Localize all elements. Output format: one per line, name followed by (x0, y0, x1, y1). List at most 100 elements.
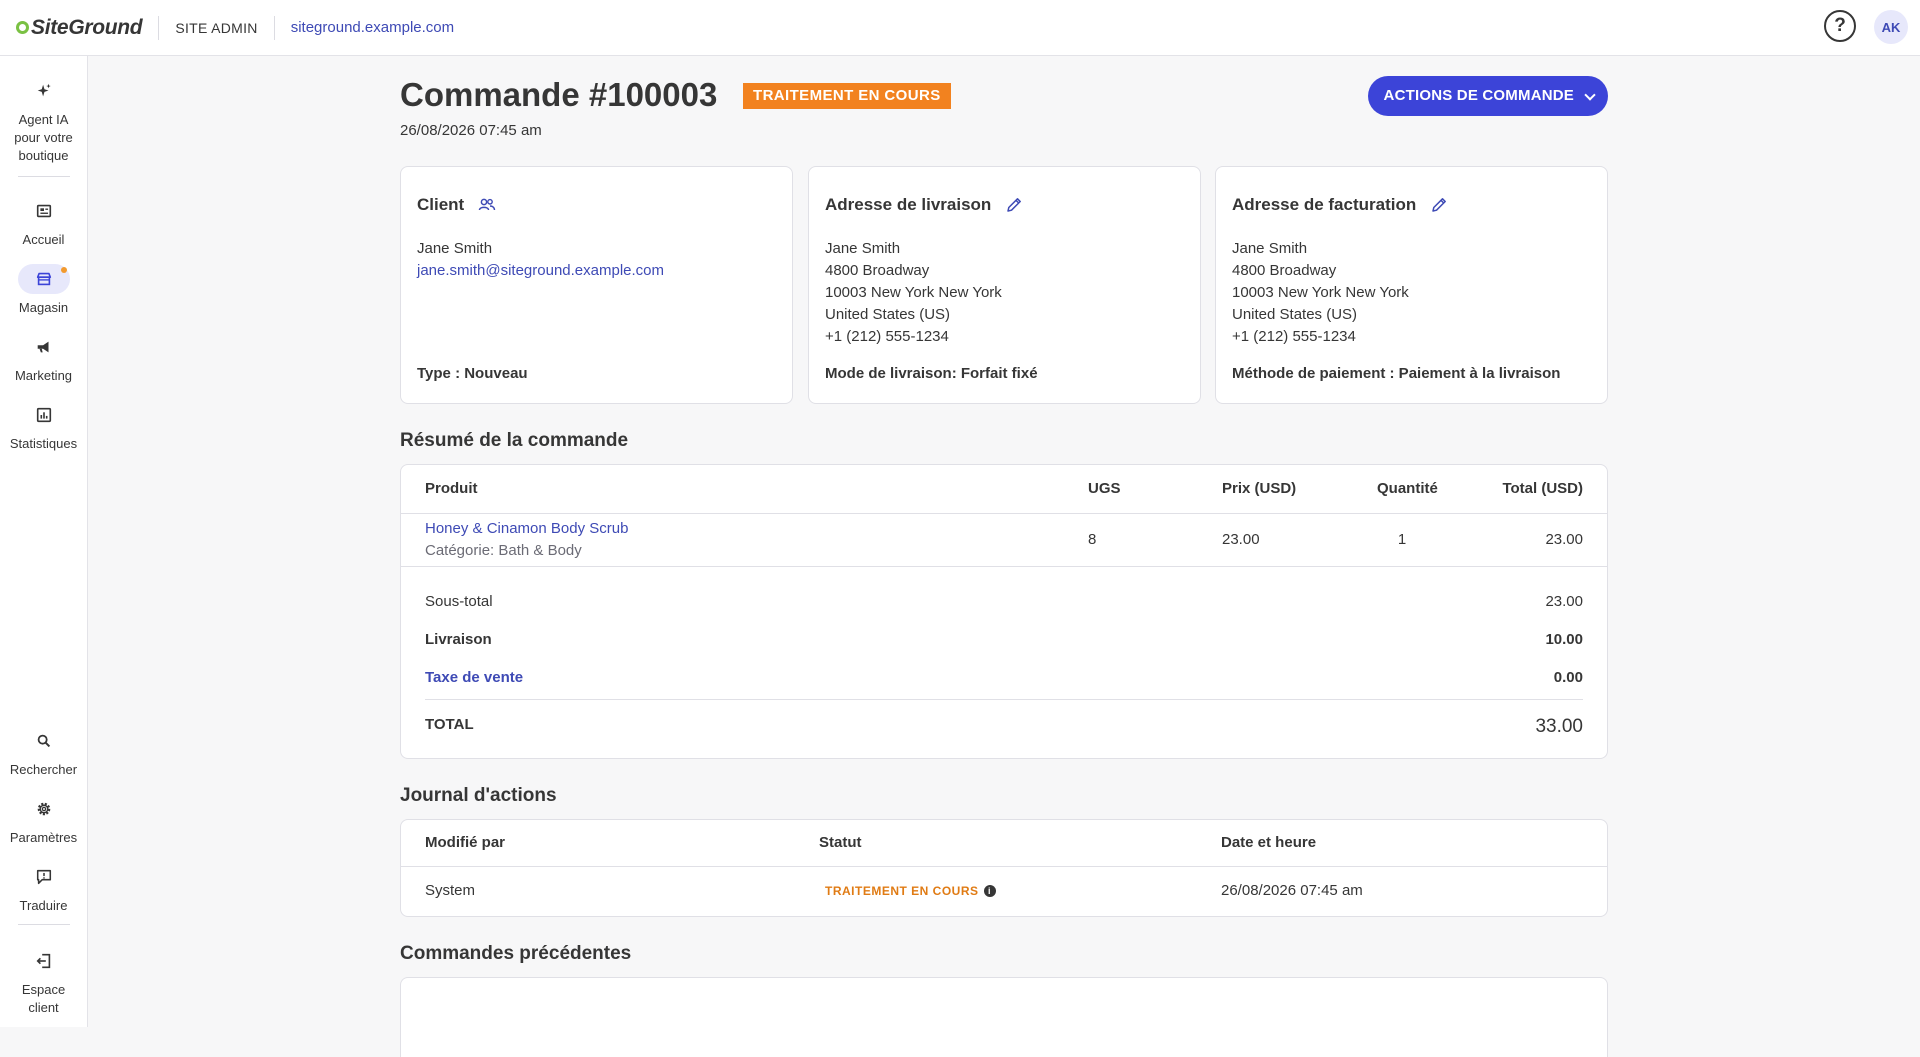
chart-icon (18, 400, 70, 430)
client-card: Client Jane Smith jane.smith@siteground.… (400, 166, 793, 404)
billing-city: 10003 New York New York (1232, 284, 1409, 301)
sidebar-item-label: Statistiques (9, 436, 78, 451)
order-summary-table: Produit UGS Prix (USD) Quantité Total (U… (400, 464, 1608, 759)
sidebar-item-store[interactable]: Magasin (0, 264, 87, 317)
site-url-link[interactable]: siteground.example.com (291, 19, 454, 36)
sidebar-item-settings[interactable]: Paramètres (0, 794, 87, 847)
shipping-method: Mode de livraison: Forfait fixé (825, 365, 1038, 382)
status-badge: TRAITEMENT EN COURS (743, 83, 951, 109)
sidebar-item-label: Marketing (14, 368, 73, 383)
exit-icon (18, 946, 70, 976)
siteground-logo[interactable]: SiteGround (16, 15, 143, 40)
modified-by: System (425, 882, 476, 899)
order-actions-label: ACTIONS DE COMMANDE (1383, 87, 1574, 104)
gear-icon (18, 794, 70, 824)
pencil-icon[interactable] (1430, 196, 1448, 214)
divider (401, 566, 1607, 567)
product-link[interactable]: Honey & Cinamon Body Scrub (425, 520, 628, 537)
order-actions-button[interactable]: ACTIONS DE COMMANDE (1367, 76, 1608, 116)
card-title-text: Client (417, 195, 465, 214)
search-icon (18, 726, 70, 756)
card-title-text: Adresse de livraison (825, 195, 992, 214)
sales-tax-value: 0.00 (1553, 669, 1583, 686)
sidebar-item-home[interactable]: Accueil (0, 196, 87, 249)
shipping-value: 10.00 (1545, 631, 1583, 648)
payment-method: Méthode de paiement : Paiement à la livr… (1232, 365, 1561, 382)
billing-address-card: Adresse de facturation Jane Smith 4800 B… (1215, 166, 1608, 404)
notification-dot (60, 267, 67, 273)
billing-phone: +1 (212) 555-1234 (1232, 328, 1356, 345)
divider (401, 866, 1607, 867)
billing-card-title: Adresse de facturation (1232, 195, 1448, 215)
sidebar-item-label: Accueil (22, 232, 65, 247)
action-log-table: Modifié par Statut Date et heure System … (400, 819, 1608, 917)
client-card-title: Client (417, 195, 496, 215)
product-quantity: 1 (1397, 531, 1407, 548)
chevron-down-icon (1584, 89, 1596, 101)
billing-street: 4800 Broadway (1232, 262, 1337, 279)
log-status: TRAITEMENT EN COURS i (825, 884, 996, 898)
sidebar-item-label: Traduire (19, 898, 68, 913)
shipping-address-card: Adresse de livraison Jane Smith 4800 Bro… (808, 166, 1201, 404)
product-sku: 8 (1088, 531, 1097, 548)
total-value: 33.00 (1535, 716, 1583, 737)
shipping-phone: +1 (212) 555-1234 (825, 328, 949, 345)
sidebar-item-label: Paramètres (9, 830, 78, 845)
pencil-icon[interactable] (1005, 196, 1023, 214)
action-log-title: Journal d'actions (400, 785, 557, 806)
sidebar-item-marketing[interactable]: Marketing (0, 332, 87, 385)
client-email-link[interactable]: jane.smith@siteground.example.com (417, 260, 664, 282)
sidebar-item-search[interactable]: Rechercher (0, 726, 87, 779)
logo-mark-icon (16, 21, 29, 34)
page-title: Commande #100003 (400, 76, 718, 113)
column-header-sku: UGS (1088, 480, 1121, 497)
shipping-details: Jane Smith 4800 Broadway 10003 New York … (825, 238, 1002, 348)
site-admin-label: SITE ADMIN (175, 19, 258, 36)
sales-tax-link[interactable]: Taxe de vente (425, 669, 523, 686)
shipping-country: United States (US) (825, 306, 951, 323)
subtotal-label: Sous-total (425, 593, 493, 610)
column-header-product: Produit (425, 480, 478, 497)
info-icon[interactable]: i (983, 885, 996, 897)
sidebar: Agent IA pour votre boutique Accueil Mag… (0, 56, 88, 1027)
users-icon[interactable] (478, 198, 496, 212)
translate-icon (18, 862, 70, 892)
top-bar: SiteGround SITE ADMIN siteground.example… (0, 0, 1920, 56)
log-datetime: 26/08/2026 07:45 am (1221, 882, 1363, 899)
column-header-status: Statut (819, 834, 862, 851)
sidebar-item-label: Agent IA pour votre boutique (14, 112, 73, 163)
shipping-street: 4800 Broadway (825, 262, 930, 279)
product-total: 23.00 (1545, 531, 1583, 548)
divider (401, 513, 1607, 514)
sidebar-item-label: Rechercher (9, 762, 78, 777)
client-name: Jane Smith (417, 240, 493, 257)
product-category: Catégorie: Bath & Body (425, 542, 582, 559)
shipping-label: Livraison (425, 631, 492, 648)
client-type: Type : Nouveau (417, 365, 528, 382)
sidebar-item-label: Espace client (21, 982, 66, 1015)
sidebar-item-ai-agent[interactable]: Agent IA pour votre boutique (0, 76, 87, 165)
avatar[interactable]: AK (1874, 10, 1908, 44)
product-price: 23.00 (1222, 531, 1260, 548)
sparkles-icon (18, 76, 70, 106)
sidebar-item-translate[interactable]: Traduire (0, 862, 87, 915)
order-date: 26/08/2026 07:45 am (400, 122, 542, 139)
logo-text: SiteGround (31, 15, 143, 39)
home-icon (18, 196, 70, 226)
help-circle-icon[interactable]: ? (1824, 10, 1856, 42)
column-header-modified-by: Modifié par (425, 834, 506, 851)
previous-orders-panel (400, 977, 1608, 1057)
previous-orders-title: Commandes précédentes (400, 943, 632, 964)
shipping-card-title: Adresse de livraison (825, 195, 1023, 215)
shipping-city: 10003 New York New York (825, 284, 1002, 301)
sidebar-item-label: Magasin (18, 300, 69, 315)
sidebar-item-statistics[interactable]: Statistiques (0, 400, 87, 453)
billing-details: Jane Smith 4800 Broadway 10003 New York … (1232, 238, 1409, 348)
sidebar-item-client-area[interactable]: Espace client (0, 946, 87, 1017)
megaphone-icon (18, 332, 70, 362)
divider (18, 924, 70, 925)
column-header-total: Total (USD) (1502, 480, 1583, 497)
column-header-quantity: Quantité (1377, 480, 1438, 497)
divider (273, 15, 275, 40)
card-title-text: Adresse de facturation (1232, 195, 1417, 214)
